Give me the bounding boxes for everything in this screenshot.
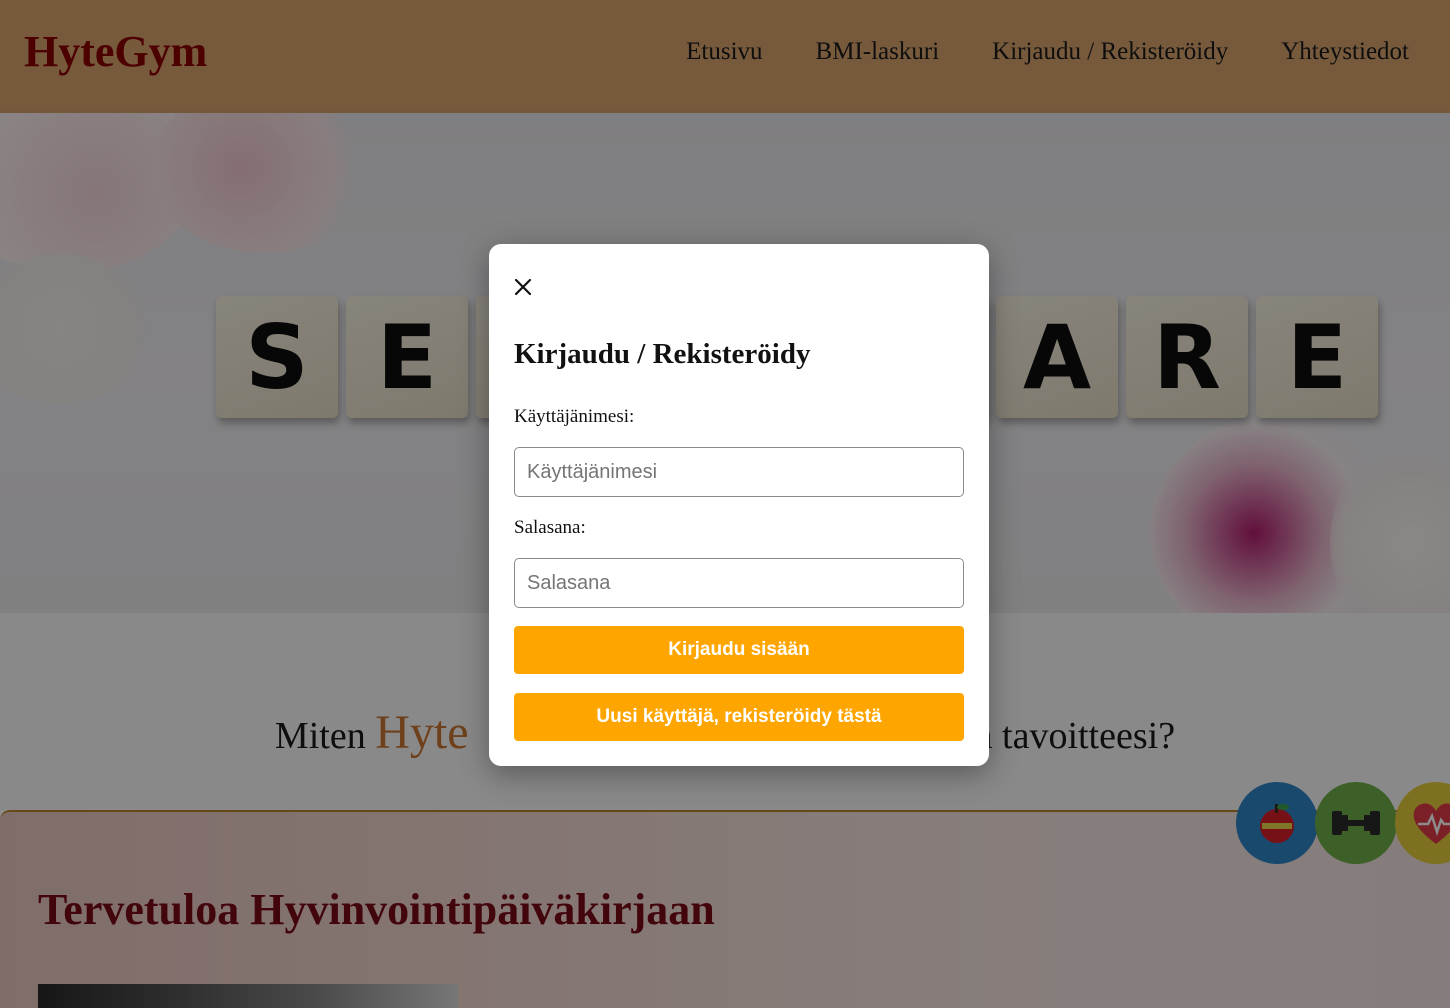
username-input[interactable] bbox=[514, 447, 964, 497]
login-button[interactable]: Kirjaudu sisään bbox=[514, 626, 964, 674]
login-modal: Kirjaudu / Rekisteröidy Käyttäjänimesi: … bbox=[489, 244, 989, 766]
close-icon[interactable] bbox=[511, 275, 535, 299]
modal-title: Kirjaudu / Rekisteröidy bbox=[514, 338, 811, 370]
username-label: Käyttäjänimesi: bbox=[514, 406, 635, 427]
password-input[interactable] bbox=[514, 558, 964, 608]
password-label: Salasana: bbox=[514, 517, 586, 538]
page: HyteGym Etusivu BMI-laskuri Kirjaudu / R… bbox=[0, 0, 1450, 1008]
register-button[interactable]: Uusi käyttäjä, rekisteröidy tästä bbox=[514, 693, 964, 741]
